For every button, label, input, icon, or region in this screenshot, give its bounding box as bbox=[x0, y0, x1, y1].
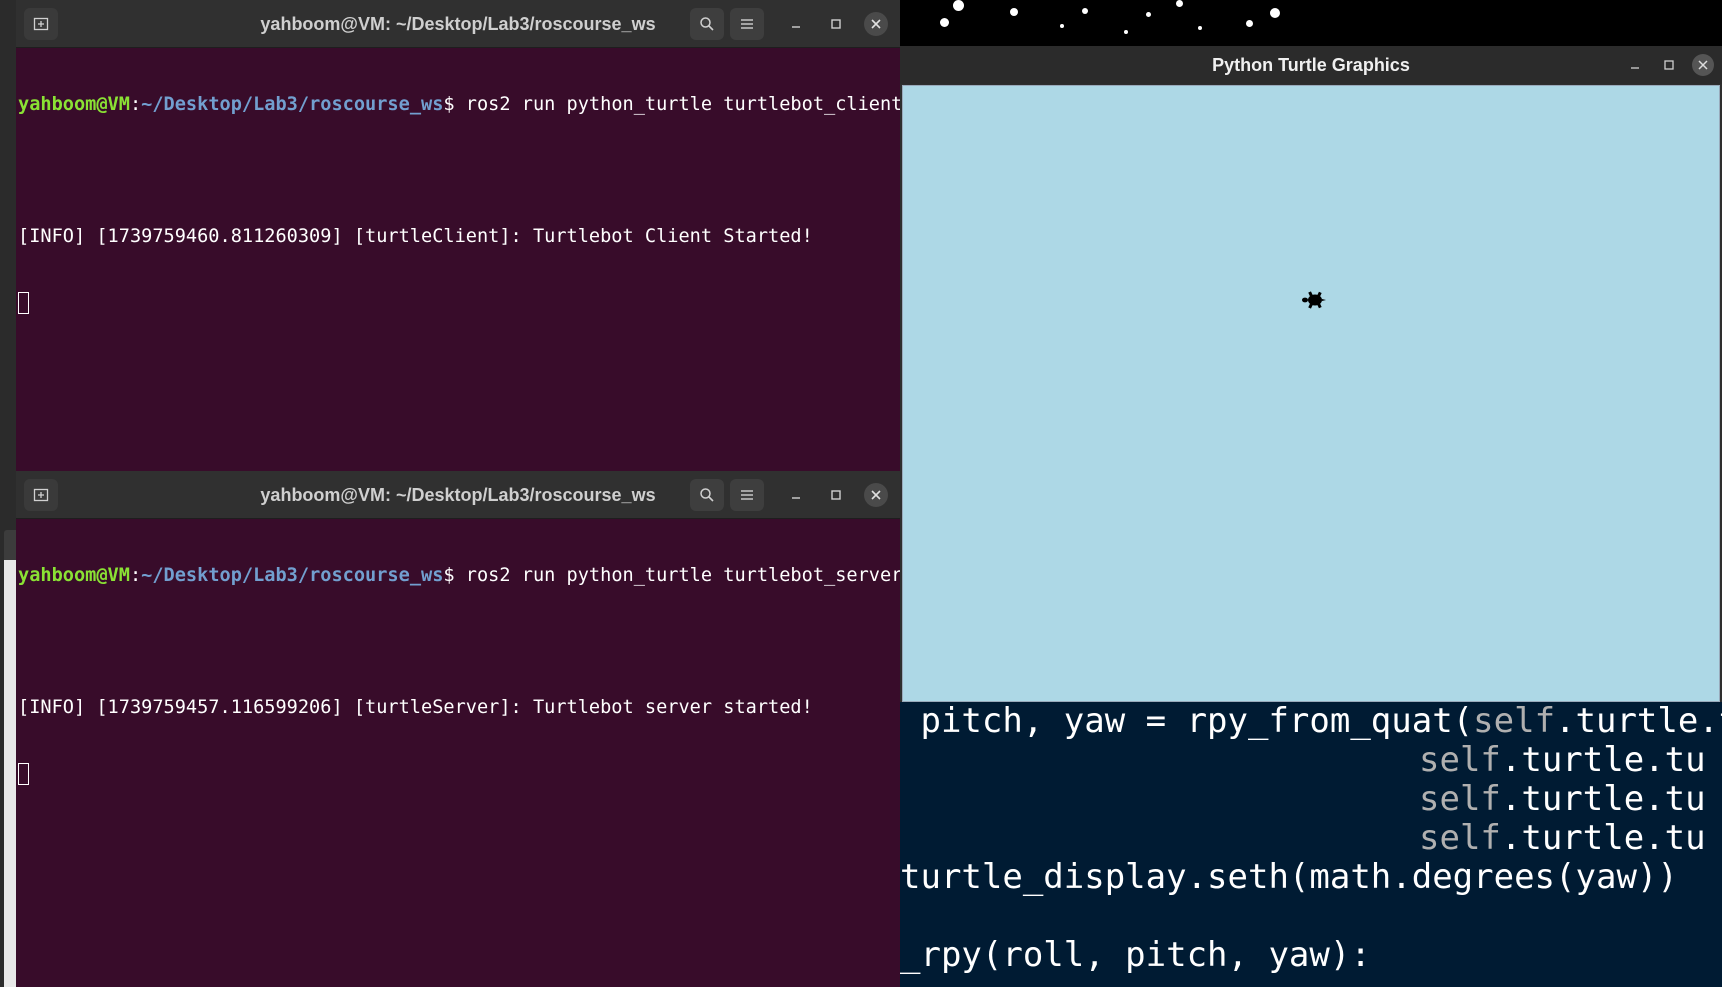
star bbox=[1082, 8, 1088, 14]
command-line: yahboom@VM:~/Desktop/Lab3/roscourse_ws$ … bbox=[18, 94, 900, 116]
new-tab-icon[interactable] bbox=[24, 479, 58, 511]
turtle-graphics-window[interactable]: Python Turtle Graphics bbox=[900, 46, 1722, 706]
window-edge-strip bbox=[4, 560, 16, 987]
prompt-path: ~/Desktop/Lab3/roscourse_ws bbox=[141, 565, 444, 586]
terminal-output[interactable]: yahboom@VM:~/Desktop/Lab3/roscourse_ws$ … bbox=[18, 521, 900, 987]
terminal-window-client[interactable]: yahboom@VM: ~/Desktop/Lab3/roscourse_ws … bbox=[16, 0, 900, 471]
prompt-path: ~/Desktop/Lab3/roscourse_ws bbox=[141, 94, 444, 115]
star bbox=[1270, 8, 1280, 18]
terminal-titlebar[interactable]: yahboom@VM: ~/Desktop/Lab3/roscourse_ws bbox=[16, 471, 900, 519]
terminal-titlebar[interactable]: yahboom@VM: ~/Desktop/Lab3/roscourse_ws bbox=[16, 0, 900, 48]
search-icon[interactable] bbox=[690, 479, 724, 511]
search-icon[interactable] bbox=[690, 8, 724, 40]
star bbox=[1198, 26, 1202, 30]
prompt-separator: : bbox=[129, 565, 142, 586]
close-icon[interactable] bbox=[1692, 54, 1714, 76]
log-output-line: [INFO] [1739759457.116599206] [turtleSer… bbox=[18, 697, 813, 718]
prompt-separator: : bbox=[129, 94, 142, 115]
log-output-line: [INFO] [1739759460.811260309] [turtleCli… bbox=[18, 226, 813, 247]
minimize-icon[interactable] bbox=[784, 12, 808, 36]
star bbox=[1060, 24, 1064, 28]
code-line: self.turtle.tu bbox=[1419, 740, 1706, 780]
hamburger-menu-icon[interactable] bbox=[730, 8, 764, 40]
minimize-icon[interactable] bbox=[1624, 54, 1646, 76]
terminal-window-server[interactable]: yahboom@VM: ~/Desktop/Lab3/roscourse_ws … bbox=[16, 471, 900, 987]
desktop-background bbox=[900, 0, 1722, 46]
command-text: ros2 run python_turtle turtlebot_client bbox=[465, 94, 900, 115]
star bbox=[1124, 30, 1128, 34]
hamburger-menu-icon[interactable] bbox=[730, 479, 764, 511]
prompt-user: yahboom@VM bbox=[18, 565, 130, 586]
code-line: pitch, yaw = rpy_from_quat(self.turtle.t bbox=[900, 702, 1722, 741]
prompt-user: yahboom@VM bbox=[18, 94, 130, 115]
command-line: yahboom@VM:~/Desktop/Lab3/roscourse_ws$ … bbox=[18, 565, 900, 587]
turtle-window-title: Python Turtle Graphics bbox=[900, 46, 1722, 84]
code-editor-region[interactable]: pitch, yaw = rpy_from_quat(self.turtle.t… bbox=[900, 702, 1722, 987]
prompt-symbol: $ bbox=[443, 94, 466, 115]
star bbox=[1010, 8, 1018, 16]
code-line: turtle_display.seth(math.degrees(yaw)) bbox=[900, 857, 1678, 897]
star bbox=[1146, 12, 1151, 17]
star bbox=[1246, 20, 1253, 27]
text-cursor bbox=[18, 763, 29, 785]
close-icon[interactable] bbox=[864, 12, 888, 36]
prompt-symbol: $ bbox=[443, 565, 466, 586]
terminal-title: yahboom@VM: ~/Desktop/Lab3/roscourse_ws bbox=[260, 485, 656, 505]
left-window-edge bbox=[0, 0, 16, 987]
minimize-icon[interactable] bbox=[784, 483, 808, 507]
command-text: ros2 run python_turtle turtlebot_server bbox=[465, 565, 900, 586]
terminal-output[interactable]: yahboom@VM:~/Desktop/Lab3/roscourse_ws$ … bbox=[18, 50, 900, 471]
code-line: self.turtle.tu bbox=[1419, 779, 1706, 819]
maximize-icon[interactable] bbox=[1658, 54, 1680, 76]
star bbox=[940, 18, 949, 27]
code-line: self.turtle.tu bbox=[1419, 818, 1706, 858]
star bbox=[1176, 0, 1183, 7]
star bbox=[953, 0, 964, 11]
maximize-icon[interactable] bbox=[824, 483, 848, 507]
terminal-title: yahboom@VM: ~/Desktop/Lab3/roscourse_ws bbox=[260, 14, 656, 34]
turtle-icon bbox=[1302, 291, 1326, 309]
turtle-canvas[interactable] bbox=[902, 85, 1720, 702]
new-tab-icon[interactable] bbox=[24, 8, 58, 40]
text-cursor bbox=[18, 292, 29, 314]
code-line: _rpy(roll, pitch, yaw): bbox=[900, 935, 1371, 975]
close-icon[interactable] bbox=[864, 483, 888, 507]
maximize-icon[interactable] bbox=[824, 12, 848, 36]
